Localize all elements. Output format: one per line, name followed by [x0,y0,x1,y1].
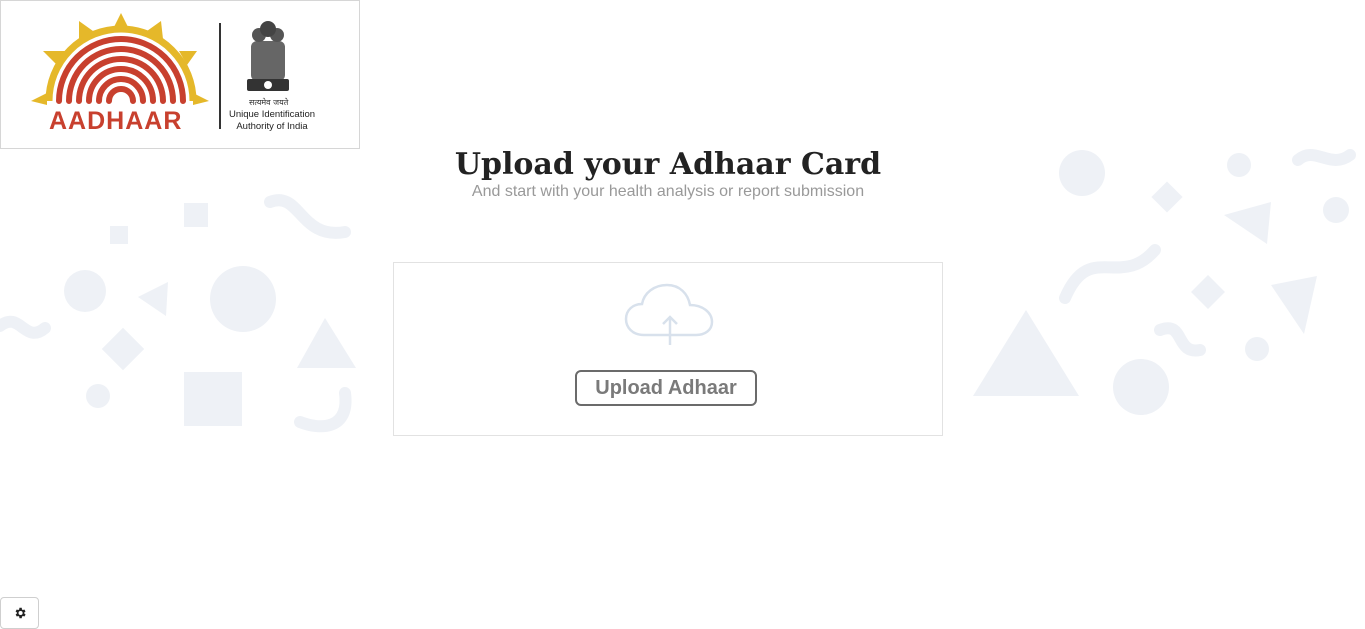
settings-button[interactable] [0,597,39,629]
national-emblem-icon [247,21,289,91]
gear-icon [15,607,26,619]
page-subtitle: And start with your health analysis or r… [471,183,865,200]
upload-card: Upload Adhaar [393,262,943,436]
aadhaar-brand-text: AADHAAR [49,107,183,135]
page-title: Upload your Adhaar Card [454,147,882,182]
authority-line-1: Unique Identification [228,109,316,120]
cloud-upload-icon [624,283,714,345]
authority-line-2: Authority of India [236,121,308,132]
aadhaar-logo: AADHAAR सत्यमेव जयते Unique Identificati… [0,0,360,149]
logo-divider [219,23,221,129]
emblem-motto: सत्यमेव जयते [249,98,289,107]
upload-adhaar-button[interactable]: Upload Adhaar [575,370,757,406]
